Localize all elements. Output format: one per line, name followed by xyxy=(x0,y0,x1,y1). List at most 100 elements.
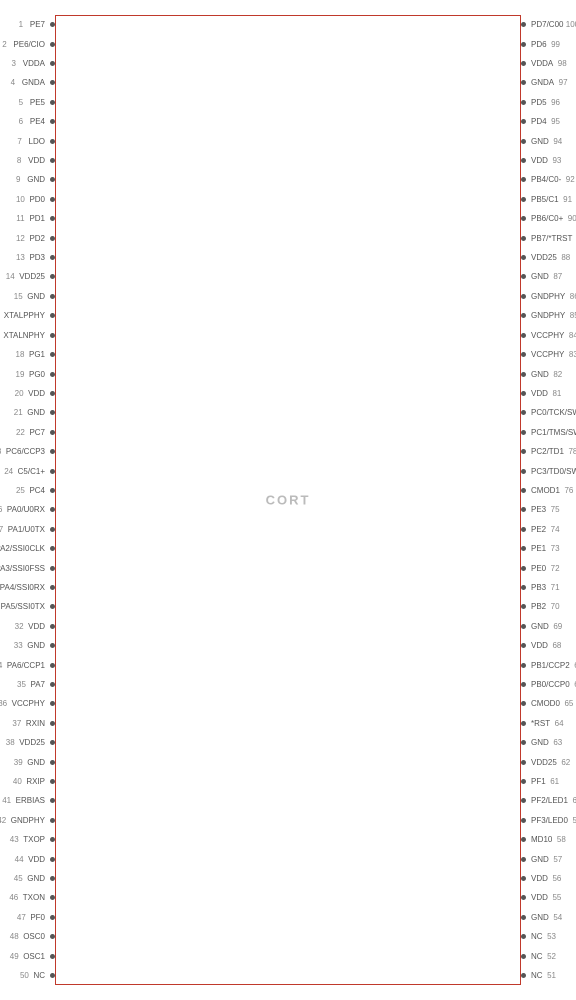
pin-number: 43 xyxy=(7,835,21,844)
pin-dot xyxy=(521,507,526,512)
pin-number: 26 xyxy=(0,505,5,514)
right-pin-row: 66PB0/CCP0 xyxy=(521,675,576,694)
pin-label: PC1/TMS/SWD10 xyxy=(531,428,576,437)
pin-dot xyxy=(521,313,526,318)
pin-number: 53 xyxy=(545,932,559,941)
pin-label: GND xyxy=(27,874,45,883)
chip-container: CORT 1PE72PE6/CIO3VDDA4GNDA5PE56PE47LDO8… xyxy=(0,0,576,1000)
pin-label: PA7 xyxy=(30,680,45,689)
pin-label: PF1 xyxy=(531,777,546,786)
pin-dot xyxy=(50,274,55,279)
pin-label: PE3 xyxy=(531,505,546,514)
pin-label: GNDPHY xyxy=(11,816,45,825)
pin-number: 46 xyxy=(7,893,21,902)
pin-dot xyxy=(50,973,55,978)
right-pin-row: 83VCCPHY xyxy=(521,345,576,364)
pin-label: GND xyxy=(531,137,549,146)
pin-dot xyxy=(50,954,55,959)
pin-number: 91 xyxy=(561,195,575,204)
pin-dot xyxy=(50,100,55,105)
pin-number: 3 xyxy=(7,59,21,68)
left-pin-row: 11PD1 xyxy=(0,209,55,228)
pin-number: 86 xyxy=(567,292,576,301)
pin-dot xyxy=(50,158,55,163)
pin-dot xyxy=(50,604,55,609)
pin-label: GND xyxy=(531,370,549,379)
pin-dot xyxy=(50,643,55,648)
pins-left: 1PE72PE6/CIO3VDDA4GNDA5PE56PE47LDO8VDD9G… xyxy=(0,15,55,985)
pin-dot xyxy=(50,857,55,862)
pin-dot xyxy=(50,42,55,47)
pin-dot xyxy=(50,818,55,823)
pin-label: PE7 xyxy=(30,20,45,29)
right-pin-row: 81VDD xyxy=(521,384,576,403)
pin-dot xyxy=(50,740,55,745)
pin-dot xyxy=(50,895,55,900)
pin-label: PB2 xyxy=(531,602,546,611)
left-pin-row: 5PE5 xyxy=(0,93,55,112)
left-pin-row: 43TXOP xyxy=(0,830,55,849)
pin-dot xyxy=(521,546,526,551)
pin-number: 84 xyxy=(566,331,576,340)
pin-label: VDDA xyxy=(531,59,553,68)
right-pin-row: 93VDD xyxy=(521,151,576,170)
pin-label: PF3/LED0 xyxy=(531,816,568,825)
left-pin-row: 38VDD25 xyxy=(0,733,55,752)
pin-label: PD0 xyxy=(29,195,45,204)
pin-label: NC xyxy=(531,971,543,980)
pin-label: VCCPHY xyxy=(531,331,564,340)
left-pin-row: 47PF0 xyxy=(0,908,55,927)
pin-number: 59 xyxy=(570,816,576,825)
pin-dot xyxy=(50,624,55,629)
pin-number: 2 xyxy=(0,40,11,49)
pin-dot xyxy=(50,527,55,532)
left-pin-row: 25PC4 xyxy=(0,481,55,500)
pin-label: VDD xyxy=(28,622,45,631)
pin-number: 97 xyxy=(556,78,570,87)
pin-label: VDD xyxy=(531,893,548,902)
pin-label: NC xyxy=(531,952,543,961)
left-pin-row: 21GND xyxy=(0,403,55,422)
pin-number: 36 xyxy=(0,699,10,708)
right-pin-row: 67PB1/CCP2 xyxy=(521,655,576,674)
pin-number: 40 xyxy=(10,777,24,786)
pin-number: 99 xyxy=(549,40,563,49)
right-pin-row: 60PF2/LED1 xyxy=(521,791,576,810)
right-pin-row: 58MD10 xyxy=(521,830,576,849)
left-pin-row: 19PG0 xyxy=(0,364,55,383)
pin-label: PB5/C1 xyxy=(531,195,559,204)
pin-dot xyxy=(521,469,526,474)
pin-number: 64 xyxy=(552,719,566,728)
pin-label: NC xyxy=(531,932,543,941)
right-pin-row: 96PD5 xyxy=(521,93,576,112)
pin-number: 75 xyxy=(548,505,562,514)
right-pin-row: 82GND xyxy=(521,364,576,383)
pin-dot xyxy=(521,818,526,823)
pin-number: 11 xyxy=(13,214,27,223)
left-pin-row: 50NC xyxy=(0,966,55,985)
pin-dot xyxy=(521,895,526,900)
right-pin-row: 62VDD25 xyxy=(521,752,576,771)
left-pin-row: 35PA7 xyxy=(0,675,55,694)
pin-dot xyxy=(50,566,55,571)
right-pin-row: 70PB2 xyxy=(521,597,576,616)
pins-right: 100PD7/C0099PD698VDDA97GNDA96PD595PD494G… xyxy=(521,15,576,985)
pin-number: 22 xyxy=(13,428,27,437)
pin-label: LDO xyxy=(29,137,45,146)
pin-dot xyxy=(521,701,526,706)
left-pin-row: 37RXIN xyxy=(0,714,55,733)
left-pin-row: 45GND xyxy=(0,869,55,888)
pin-number: 41 xyxy=(0,796,14,805)
left-pin-row: 26PA0/U0RX xyxy=(0,500,55,519)
pin-label: XTALNPHY xyxy=(3,331,45,340)
pin-number: 71 xyxy=(548,583,562,592)
pin-dot xyxy=(50,119,55,124)
right-pin-row: 89PB7/*TRST xyxy=(521,228,576,247)
right-pin-row: 53NC xyxy=(521,927,576,946)
pin-label: PC2/TD1 xyxy=(531,447,564,456)
right-pin-row: 77PC3/TD0/SW0 xyxy=(521,461,576,480)
right-pin-row: 59PF3/LED0 xyxy=(521,811,576,830)
pin-label: PE2 xyxy=(531,525,546,534)
pin-number: 73 xyxy=(548,544,562,553)
pin-number: 24 xyxy=(2,467,16,476)
